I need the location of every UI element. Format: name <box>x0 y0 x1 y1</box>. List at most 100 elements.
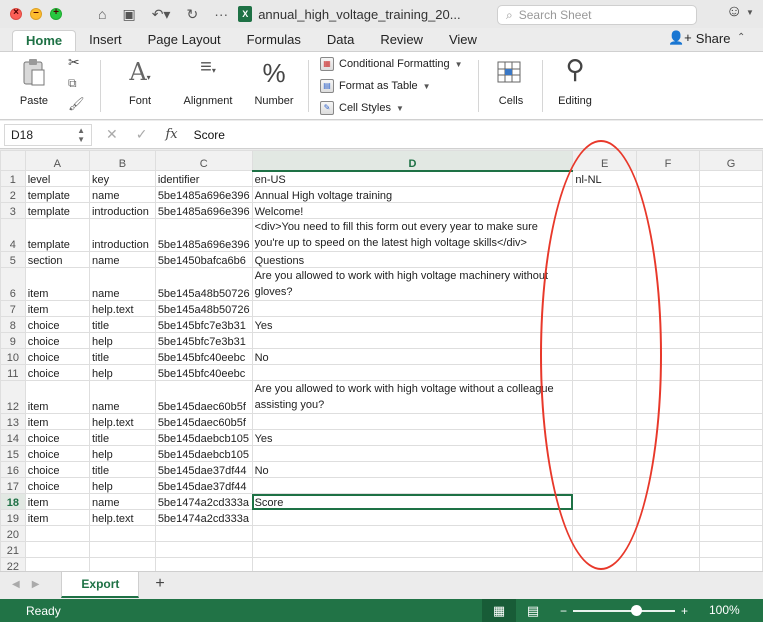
zoom-slider-handle[interactable] <box>631 604 643 616</box>
formula-input[interactable]: Score <box>194 128 225 142</box>
cell-styles-button[interactable]: ✎ Cell Styles ▼ <box>320 97 463 119</box>
cell-a[interactable]: choice <box>24 348 90 365</box>
row-header[interactable]: 17 <box>0 477 26 494</box>
cell-g[interactable] <box>698 493 763 510</box>
cell-d[interactable] <box>251 445 574 462</box>
cell-f[interactable] <box>636 413 700 430</box>
cell-b[interactable]: name <box>88 493 156 510</box>
cell-c[interactable] <box>154 541 253 558</box>
cell-e[interactable] <box>572 202 638 219</box>
cell-d[interactable] <box>251 541 574 558</box>
redo-icon[interactable]: ↻ <box>186 6 198 23</box>
cell-b[interactable]: title <box>88 429 156 446</box>
cell-e[interactable] <box>572 525 638 542</box>
cell-g[interactable] <box>698 429 763 446</box>
cell-g[interactable] <box>698 186 763 203</box>
cell-a[interactable]: item <box>24 300 90 317</box>
tab-view[interactable]: View <box>436 30 490 52</box>
cell-d[interactable] <box>251 525 574 542</box>
cell-e[interactable] <box>572 477 638 494</box>
zoom-out-button[interactable]: − <box>560 604 567 618</box>
cell-c[interactable]: 5be145daec60b5f <box>154 380 253 414</box>
cell-c[interactable]: 5be1450bafca6b6 <box>154 251 253 268</box>
cell-a[interactable]: choice <box>24 429 90 446</box>
cell-d[interactable] <box>251 300 574 317</box>
cells-group[interactable]: Cells <box>486 52 536 121</box>
editing-group[interactable]: ⚲ Editing <box>550 52 600 121</box>
row-header[interactable]: 14 <box>0 429 26 446</box>
cell-a[interactable] <box>24 557 90 571</box>
row-header[interactable]: 4 <box>0 218 26 252</box>
cell-g[interactable] <box>698 509 763 526</box>
cell-c[interactable]: 5be145a48b50726 <box>154 267 253 301</box>
cell-g[interactable] <box>698 332 763 349</box>
cell-c[interactable]: 5be145bfc7e3b31 <box>154 332 253 349</box>
row-header[interactable]: 15 <box>0 445 26 462</box>
cell-b[interactable]: help.text <box>88 509 156 526</box>
cell-g[interactable] <box>698 202 763 219</box>
cell-a[interactable]: item <box>24 413 90 430</box>
cell-e[interactable] <box>572 429 638 446</box>
cell-e[interactable]: nl-NL <box>572 170 638 187</box>
tab-formulas[interactable]: Formulas <box>234 30 314 52</box>
cell-f[interactable] <box>636 557 700 571</box>
previous-sheet-icon[interactable]: ◀ <box>12 579 20 590</box>
row-header[interactable]: 11 <box>0 364 26 381</box>
cell-e[interactable] <box>572 364 638 381</box>
cell-f[interactable] <box>636 316 700 333</box>
collapse-ribbon-icon[interactable]: ⌃ <box>737 32 745 43</box>
cell-f[interactable] <box>636 348 700 365</box>
cell-b[interactable]: name <box>88 267 156 301</box>
page-layout-view-button[interactable]: ▤ <box>516 599 550 622</box>
copy-icon[interactable]: ⧉ <box>68 76 77 91</box>
zoom-slider[interactable] <box>573 604 676 616</box>
cell-f[interactable] <box>636 461 700 478</box>
cell-g[interactable] <box>698 251 763 268</box>
cell-f[interactable] <box>636 202 700 219</box>
row-header[interactable]: 22 <box>0 557 26 571</box>
cell-a[interactable]: template <box>24 186 90 203</box>
cell-c[interactable]: 5be1485a696e396 <box>154 218 253 252</box>
column-header-c[interactable]: C <box>154 150 253 171</box>
column-header-g[interactable]: G <box>698 150 763 171</box>
cell-f[interactable] <box>636 477 700 494</box>
share-button[interactable]: 👤+ Share <box>668 30 730 46</box>
cell-d[interactable]: <div>You need to fill this form out ever… <box>251 218 574 252</box>
cell-e[interactable] <box>572 493 638 510</box>
conditional-formatting-button[interactable]: ▦ Conditional Formatting ▼ <box>320 53 463 75</box>
row-header[interactable]: 19 <box>0 509 26 526</box>
row-header[interactable]: 1 <box>0 170 26 187</box>
sheet-tab-export[interactable]: Export <box>61 572 140 598</box>
cell-f[interactable] <box>636 170 700 187</box>
cell-c[interactable]: 5be145bfc40eebc <box>154 348 253 365</box>
cell-e[interactable] <box>572 186 638 203</box>
cell-f[interactable] <box>636 300 700 317</box>
number-group[interactable]: % Number <box>248 52 300 121</box>
cell-f[interactable] <box>636 493 700 510</box>
cell-a[interactable]: template <box>24 218 90 252</box>
insert-function-icon[interactable]: fx <box>165 127 177 142</box>
cell-f[interactable] <box>636 267 700 301</box>
row-header[interactable]: 16 <box>0 461 26 478</box>
cell-a[interactable]: item <box>24 267 90 301</box>
tab-insert[interactable]: Insert <box>76 30 135 52</box>
cell-b[interactable]: help.text <box>88 413 156 430</box>
cell-d[interactable] <box>251 557 574 571</box>
cell-f[interactable] <box>636 445 700 462</box>
cell-e[interactable] <box>572 251 638 268</box>
row-header[interactable]: 10 <box>0 348 26 365</box>
cell-a[interactable]: level <box>24 170 90 187</box>
cell-g[interactable] <box>698 380 763 414</box>
cell-a[interactable]: choice <box>24 445 90 462</box>
format-painter-icon[interactable]: 🖌 <box>68 96 85 112</box>
cell-b[interactable]: help <box>88 477 156 494</box>
cell-g[interactable] <box>698 364 763 381</box>
cell-d[interactable] <box>251 477 574 494</box>
row-header[interactable]: 7 <box>0 300 26 317</box>
column-header-e[interactable]: E <box>572 150 638 171</box>
cell-d[interactable]: Are you allowed to work with high voltag… <box>251 380 574 414</box>
cell-b[interactable] <box>88 557 156 571</box>
undo-icon[interactable]: ↶▾ <box>152 6 171 23</box>
cell-c[interactable]: 5be1485a696e396 <box>154 202 253 219</box>
row-header[interactable]: 13 <box>0 413 26 430</box>
